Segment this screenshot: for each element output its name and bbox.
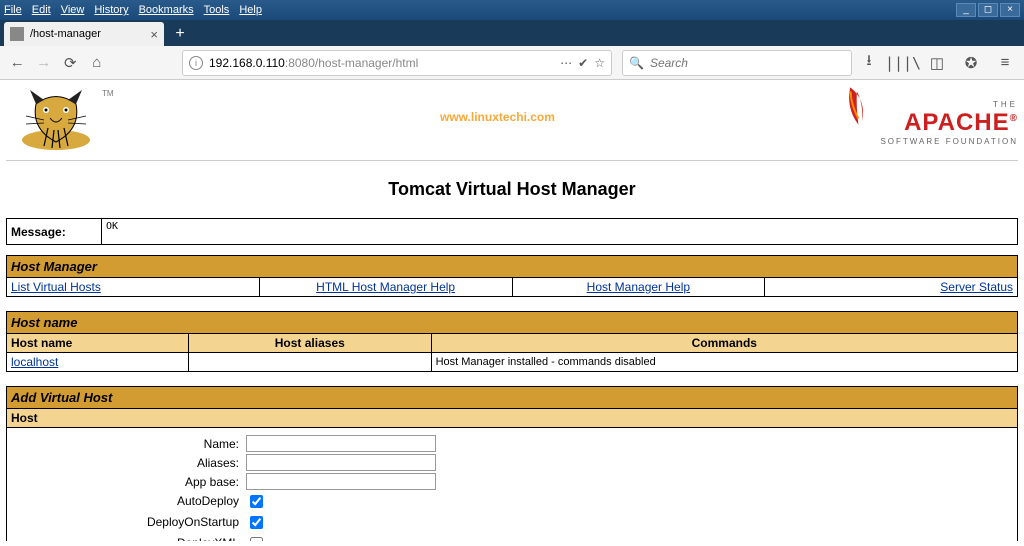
window-controls: _ ◻ ×	[954, 3, 1020, 17]
message-label: Message:	[7, 219, 102, 245]
search-icon: 🔍	[629, 56, 644, 70]
menu-bar: File Edit View History Bookmarks Tools H…	[0, 0, 1024, 20]
apache-sf: SOFTWARE FOUNDATION	[880, 137, 1018, 146]
minimize-button[interactable]: _	[956, 3, 976, 17]
link-server-status[interactable]: Server Status	[940, 280, 1013, 294]
page-content: www.linuxtechi.com TM THE APACHE	[0, 80, 1024, 545]
checkbox-autodeploy[interactable]	[250, 495, 263, 508]
menu-file[interactable]: File	[4, 4, 22, 16]
address-bar[interactable]: i 192.168.0.110:8080/host-manager/html ⋯…	[182, 50, 612, 76]
search-input[interactable]	[648, 55, 845, 71]
input-appbase[interactable]	[246, 473, 436, 490]
apache-the: THE	[880, 100, 1018, 109]
col-commands: Commands	[431, 334, 1017, 353]
forward-button[interactable]: →	[33, 50, 56, 76]
host-name-section: Host name Host name Host aliases Command…	[6, 311, 1018, 372]
library-icon[interactable]: |||\	[890, 50, 916, 76]
host-commands-cell: Host Manager installed - commands disabl…	[431, 353, 1017, 372]
search-bar[interactable]: 🔍	[622, 50, 852, 76]
label-deployonstartup: DeployOnStartup	[11, 515, 243, 529]
col-host-aliases: Host aliases	[188, 334, 431, 353]
new-tab-button[interactable]: +	[168, 22, 192, 46]
tab-strip: /host-manager × +	[0, 20, 1024, 46]
label-deployxml: DeployXML	[11, 536, 243, 541]
add-vhost-subhead: Host	[7, 409, 1018, 428]
back-button[interactable]: ←	[6, 50, 29, 76]
tab-close-button[interactable]: ×	[150, 27, 158, 42]
downloads-icon[interactable]: ⭳	[856, 50, 882, 76]
host-manager-title: Host Manager	[7, 256, 1018, 278]
menu-icon[interactable]: ≡	[992, 50, 1018, 76]
menu-tools[interactable]: Tools	[204, 4, 230, 16]
feather-icon	[835, 80, 880, 137]
col-host-name: Host name	[7, 334, 189, 353]
label-name: Name:	[11, 437, 243, 451]
tomcat-logo: TM	[6, 84, 116, 154]
host-link-localhost[interactable]: localhost	[11, 355, 58, 369]
apache-name: APACHE®	[880, 109, 1018, 137]
url-path: /host-manager/html	[315, 56, 418, 70]
close-window-button[interactable]: ×	[1000, 3, 1020, 17]
menu-edit[interactable]: Edit	[32, 4, 51, 16]
more-icon[interactable]: ⋯	[560, 56, 572, 70]
label-appbase: App base:	[11, 475, 243, 489]
host-manager-section: Host Manager List Virtual Hosts HTML Hos…	[6, 255, 1018, 297]
link-list-virtual-hosts[interactable]: List Virtual Hosts	[11, 280, 101, 294]
toolbar: ← → ⟳ ⌂ i 192.168.0.110:8080/host-manage…	[0, 46, 1024, 80]
message-value: OK	[102, 219, 1018, 245]
watermark-text: www.linuxtechi.com	[440, 110, 555, 124]
link-host-manager-help[interactable]: Host Manager Help	[587, 280, 690, 294]
url-host: 192.168.0.110	[209, 56, 285, 70]
menu-history[interactable]: History	[94, 4, 128, 16]
home-button[interactable]: ⌂	[86, 50, 109, 76]
label-aliases: Aliases:	[11, 456, 243, 470]
browser-tab[interactable]: /host-manager ×	[4, 22, 164, 46]
reload-button[interactable]: ⟳	[59, 50, 82, 76]
extension-icon[interactable]: ✪	[958, 50, 984, 76]
add-virtual-host-section: Add Virtual Host Host Name: Aliases: App…	[6, 386, 1018, 541]
tab-title: /host-manager	[30, 28, 101, 40]
input-name[interactable]	[246, 435, 436, 452]
bookmark-icon[interactable]: ☆	[594, 56, 605, 70]
host-aliases-cell	[188, 353, 431, 372]
page-title: Tomcat Virtual Host Manager	[6, 179, 1018, 200]
label-autodeploy: AutoDeploy	[11, 494, 243, 508]
link-html-host-manager-help[interactable]: HTML Host Manager Help	[316, 280, 455, 294]
url-port: :8080	[285, 56, 315, 70]
input-aliases[interactable]	[246, 454, 436, 471]
checkbox-deployonstartup[interactable]	[250, 516, 263, 529]
host-name-title: Host name	[7, 312, 1018, 334]
favicon-icon	[10, 27, 24, 41]
message-table: Message: OK	[6, 218, 1018, 245]
menu-view[interactable]: View	[61, 4, 85, 16]
menu-help[interactable]: Help	[239, 4, 262, 16]
table-row: localhost Host Manager installed - comma…	[7, 353, 1018, 372]
add-vhost-title: Add Virtual Host	[7, 387, 1018, 409]
apache-logo: THE APACHE® SOFTWARE FOUNDATION	[843, 84, 1018, 146]
sidebar-icon[interactable]: ◫	[924, 50, 950, 76]
pocket-icon[interactable]: ✔	[578, 56, 588, 70]
maximize-button[interactable]: ◻	[978, 3, 998, 17]
info-icon[interactable]: i	[189, 56, 203, 70]
checkbox-deployxml[interactable]	[250, 537, 263, 541]
svg-text:TM: TM	[102, 89, 114, 98]
menu-bookmarks[interactable]: Bookmarks	[139, 4, 194, 16]
